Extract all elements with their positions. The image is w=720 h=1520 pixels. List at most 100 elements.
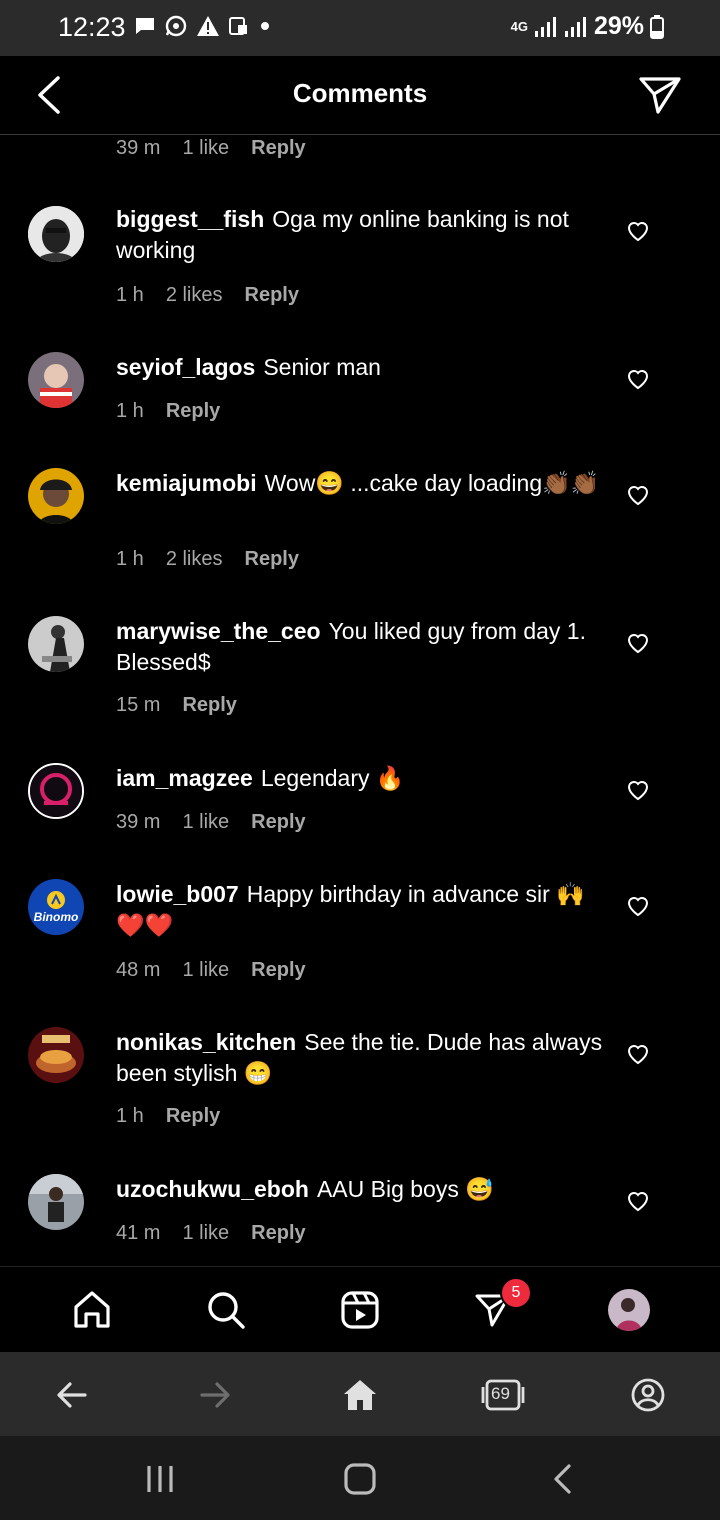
comment-meta: 1 h 2 likes Reply xyxy=(116,284,299,307)
comment-meta: 1 h 2 likes Reply xyxy=(116,548,299,571)
battery-charging-icon xyxy=(650,14,664,39)
like-heart-icon[interactable] xyxy=(626,779,650,801)
status-notification-icons xyxy=(134,14,272,38)
reply-button[interactable]: Reply xyxy=(251,811,305,834)
browser-forward-button[interactable] xyxy=(192,1372,238,1418)
comment-time: 39 m xyxy=(116,811,161,833)
reels-icon xyxy=(341,1291,379,1329)
comment-text: iam_magzee Legendary 🔥 xyxy=(116,763,606,794)
warning-icon xyxy=(197,16,219,36)
browser-toolbar: 69 xyxy=(0,1352,720,1436)
comment-likes[interactable]: 1 like xyxy=(182,1222,229,1245)
comment-likes[interactable]: 2 likes xyxy=(166,284,223,307)
nav-home[interactable] xyxy=(67,1285,117,1335)
send-icon[interactable] xyxy=(638,74,682,116)
comment-likes[interactable]: 1 like xyxy=(182,811,229,834)
reply-button[interactable]: Reply xyxy=(166,1105,220,1128)
nav-reels[interactable] xyxy=(335,1285,385,1335)
nav-search[interactable] xyxy=(201,1285,251,1335)
comment-text: nonikas_kitchen See the tie. Dude has alw… xyxy=(116,1027,606,1089)
comment-text: biggest__fish Oga my online banking is no… xyxy=(116,204,606,266)
recent-apps-button[interactable] xyxy=(137,1458,183,1500)
comment-time: 48 m xyxy=(116,959,161,981)
comment-time: 1 h xyxy=(116,400,144,422)
signal-icon-2 xyxy=(564,16,586,37)
status-time: 12:23 xyxy=(58,12,126,42)
comment-username[interactable]: marywise_the_ceo xyxy=(116,618,321,644)
home-square-icon xyxy=(344,1463,376,1495)
comment-meta: 1 h Reply xyxy=(116,400,220,423)
reply-button[interactable]: Reply xyxy=(251,959,305,982)
reply-button[interactable]: Reply xyxy=(166,400,220,423)
comment-time: 1 h xyxy=(116,284,144,306)
reply-button[interactable]: Reply xyxy=(245,284,299,307)
reply-button[interactable]: Reply xyxy=(251,1222,305,1245)
comment-likes[interactable]: 2 likes xyxy=(166,548,223,571)
home-icon xyxy=(344,1380,376,1410)
comment-username[interactable]: lowie_b007 xyxy=(116,881,239,907)
like-heart-icon[interactable] xyxy=(626,632,650,654)
comment-meta: 15 m Reply xyxy=(116,694,237,717)
like-heart-icon[interactable] xyxy=(626,220,650,242)
whatsapp-icon xyxy=(165,15,187,37)
avatar[interactable] xyxy=(28,1027,84,1083)
nav-profile[interactable] xyxy=(604,1285,654,1335)
like-heart-icon[interactable] xyxy=(626,1190,650,1212)
comment-text: seyiof_lagos Senior man xyxy=(116,352,606,383)
browser-account-button[interactable] xyxy=(625,1372,671,1418)
arrow-left-icon xyxy=(57,1382,87,1408)
avatar[interactable] xyxy=(28,1174,84,1230)
comment-username[interactable]: iam_magzee xyxy=(116,765,253,791)
comment-text: lowie_b007 Happy birthday in advance sir … xyxy=(116,879,606,941)
system-nav-bar xyxy=(0,1436,720,1520)
comment-message: Legendary 🔥 xyxy=(260,765,405,791)
avatar[interactable] xyxy=(28,352,84,408)
comment-message: AAU Big boys 😅 xyxy=(316,1176,494,1202)
tabs-count: 69 xyxy=(491,1384,510,1403)
previous-comment-meta: 39 m 1 like Reply xyxy=(116,137,306,160)
system-back-button[interactable] xyxy=(540,1458,586,1500)
like-heart-icon[interactable] xyxy=(626,895,650,917)
nav-direct[interactable]: 5 xyxy=(468,1277,532,1335)
status-right: 4G 29% xyxy=(511,12,664,41)
app-bottom-nav: 5 xyxy=(0,1266,720,1353)
like-heart-icon[interactable] xyxy=(626,484,650,506)
comment-likes[interactable]: 1 like xyxy=(182,959,229,982)
notification-badge: 5 xyxy=(500,1277,532,1309)
comment-username[interactable]: seyiof_lagos xyxy=(116,354,255,380)
chevron-left-icon xyxy=(554,1464,571,1494)
like-heart-icon[interactable] xyxy=(626,1043,650,1065)
avatar[interactable]: Binomo xyxy=(28,879,84,935)
avatar[interactable] xyxy=(28,616,84,672)
profile-avatar xyxy=(608,1289,650,1331)
account-icon xyxy=(631,1378,665,1412)
comment-message: Senior man xyxy=(263,354,381,380)
comment-time: 39 m xyxy=(116,137,161,159)
browser-tabs-button[interactable]: 69 xyxy=(480,1372,526,1418)
reply-button[interactable]: Reply xyxy=(182,694,236,717)
avatar[interactable] xyxy=(28,763,84,819)
recent-apps-icon xyxy=(147,1466,173,1492)
like-heart-icon[interactable] xyxy=(626,368,650,390)
screen-cast-icon xyxy=(229,17,247,35)
comment-likes[interactable]: 1 like xyxy=(182,137,229,160)
page-title: Comments xyxy=(292,78,428,108)
reply-button[interactable]: Reply xyxy=(251,137,305,160)
comment-time: 1 h xyxy=(116,548,144,570)
comment-text: marywise_the_ceo You liked guy from day 1… xyxy=(116,616,606,678)
avatar[interactable] xyxy=(28,206,84,262)
browser-back-button[interactable] xyxy=(49,1372,95,1418)
browser-home-button[interactable] xyxy=(337,1372,383,1418)
reply-button[interactable]: Reply xyxy=(245,548,299,571)
system-home-button[interactable] xyxy=(337,1458,383,1500)
comment-username[interactable]: nonikas_kitchen xyxy=(116,1029,296,1055)
status-bar: 12:23 4G 29% xyxy=(0,0,720,56)
battery-percent: 29% xyxy=(593,12,644,40)
comment-username[interactable]: biggest__fish xyxy=(116,206,264,232)
search-icon xyxy=(208,1292,245,1329)
comment-text: kemiajumobi Wow😄 ...cake day loading👏🏾👏🏾 xyxy=(116,468,606,499)
avatar[interactable] xyxy=(28,468,84,524)
dot-icon xyxy=(261,22,269,30)
comment-username[interactable]: uzochukwu_eboh xyxy=(116,1176,309,1202)
comment-username[interactable]: kemiajumobi xyxy=(116,470,257,496)
